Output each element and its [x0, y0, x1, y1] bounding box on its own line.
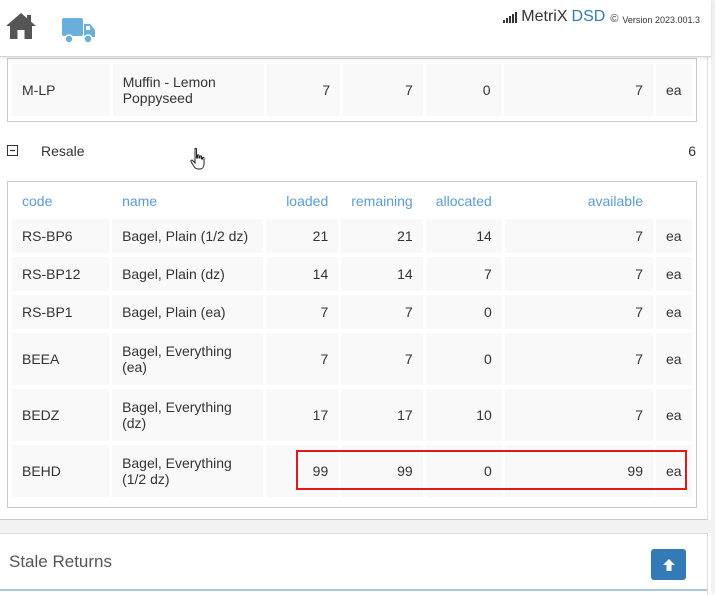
- allocated-cell: 0: [425, 445, 502, 497]
- unit-cell: ea: [655, 295, 692, 329]
- code-cell: RS-BP6: [12, 219, 110, 253]
- available-cell: 7: [504, 257, 653, 291]
- app-header: MetriX DSD © Version 2023.001.3: [0, 0, 711, 57]
- name-line-2: (1/2 dz): [122, 471, 170, 487]
- table-header-row: code name loaded remaining allocated ava…: [12, 187, 692, 215]
- code-cell: BEHD: [12, 445, 110, 497]
- main-content: M-LP Muffin - Lemon Poppyseed 7 7 0 7 ea: [0, 0, 715, 595]
- section-divider: [0, 589, 707, 591]
- scrollbar-track[interactable]: [711, 0, 715, 594]
- name-cell: Bagel, Plain (dz): [112, 257, 263, 291]
- remaining-cell: 7: [341, 295, 423, 329]
- group-title: Resale: [41, 143, 85, 159]
- remaining-cell: 14: [341, 257, 423, 291]
- code-cell: RS-BP12: [12, 257, 110, 291]
- remaining-cell: 7: [341, 333, 423, 385]
- table-row[interactable]: BEDZ Bagel, Everything (dz) 17 17 10 7 e…: [12, 389, 692, 441]
- resale-table: code name loaded remaining allocated ava…: [9, 183, 695, 501]
- table-row[interactable]: M-LP Muffin - Lemon Poppyseed 7 7 0 7 ea: [12, 64, 692, 116]
- name-line-2: (ea): [122, 359, 147, 375]
- code-cell: BEEA: [12, 333, 110, 385]
- name-line-1: Bagel, Everything: [122, 343, 232, 359]
- loaded-cell: 7: [265, 333, 339, 385]
- available-cell: 7: [503, 64, 653, 116]
- loaded-cell: 21: [265, 219, 339, 253]
- version-label: Version 2023.001.3: [622, 15, 700, 25]
- allocated-cell: 10: [425, 389, 502, 441]
- name-cell: Bagel, Everything (dz): [112, 389, 263, 441]
- table-row[interactable]: BEEA Bagel, Everything (ea) 7 7 0 7 ea: [12, 333, 692, 385]
- available-cell: 7: [504, 295, 653, 329]
- remaining-cell: 99: [341, 445, 423, 497]
- brand-name: MetriX: [521, 8, 568, 25]
- unit-cell: ea: [655, 333, 692, 385]
- brand: MetriX DSD © Version 2023.001.3: [503, 6, 700, 26]
- allocated-cell: 0: [425, 295, 502, 329]
- remaining-cell: 17: [341, 389, 423, 441]
- truck-icon[interactable]: [61, 14, 96, 46]
- section-title: Stale Returns: [9, 552, 112, 571]
- name-cell: Muffin - Lemon Poppyseed: [112, 64, 265, 116]
- top-table-box: M-LP Muffin - Lemon Poppyseed 7 7 0 7 ea: [7, 58, 697, 122]
- name-cell: Bagel, Everything (1/2 dz): [112, 445, 263, 497]
- name-cell: Bagel, Plain (1/2 dz): [112, 219, 263, 253]
- group-count: 6: [688, 143, 696, 159]
- name-line-1: Bagel, Everything: [122, 455, 232, 471]
- allocated-cell: 14: [425, 219, 502, 253]
- remaining-cell: 7: [343, 64, 423, 116]
- unit-cell: ea: [655, 219, 692, 253]
- available-cell: 99: [504, 445, 653, 497]
- arrow-up-icon: [662, 558, 675, 571]
- name-cell: Bagel, Plain (ea): [112, 295, 263, 329]
- name-line-2: (dz): [122, 415, 147, 431]
- col-header-name[interactable]: name: [112, 187, 263, 215]
- unit-cell: ea: [655, 389, 692, 441]
- scroll-up-button[interactable]: [651, 549, 686, 580]
- code-cell: BEDZ: [12, 389, 110, 441]
- loaded-cell: 7: [265, 295, 339, 329]
- col-header-remaining[interactable]: remaining: [341, 187, 423, 215]
- col-header-allocated[interactable]: allocated: [425, 187, 502, 215]
- brand-product: DSD: [571, 8, 606, 25]
- top-table: M-LP Muffin - Lemon Poppyseed 7 7 0 7 ea: [9, 60, 695, 120]
- unit-cell: ea: [655, 445, 692, 497]
- table-row[interactable]: RS-BP6 Bagel, Plain (1/2 dz) 21 21 14 7 …: [12, 219, 692, 253]
- available-cell: 7: [504, 333, 653, 385]
- resale-table-box: code name loaded remaining allocated ava…: [7, 181, 697, 508]
- col-header-code[interactable]: code: [12, 187, 110, 215]
- table-row[interactable]: RS-BP12 Bagel, Plain (dz) 14 14 7 7 ea: [12, 257, 692, 291]
- unit-cell: ea: [655, 64, 692, 116]
- name-line-1: Bagel, Everything: [122, 399, 232, 415]
- signal-icon: [503, 12, 518, 23]
- stale-returns-panel[interactable]: Stale Returns: [0, 533, 708, 595]
- remaining-cell: 21: [341, 219, 423, 253]
- loaded-items-panel: M-LP Muffin - Lemon Poppyseed 7 7 0 7 ea: [0, 0, 708, 520]
- col-header-available[interactable]: available: [504, 187, 653, 215]
- loaded-cell: 17: [265, 389, 339, 441]
- loaded-cell: 14: [265, 257, 339, 291]
- col-header-loaded[interactable]: loaded: [265, 187, 339, 215]
- unit-cell: ea: [655, 257, 692, 291]
- allocated-cell: 7: [425, 257, 502, 291]
- code-cell: RS-BP1: [12, 295, 110, 329]
- hand-pointer-icon: [190, 147, 205, 170]
- name-cell: Bagel, Everything (ea): [112, 333, 263, 385]
- section-separator: [0, 520, 711, 533]
- allocated-cell: 0: [425, 64, 501, 116]
- loaded-cell: 7: [267, 64, 341, 116]
- col-header-unit: [655, 187, 692, 215]
- table-row[interactable]: RS-BP1 Bagel, Plain (ea) 7 7 0 7 ea: [12, 295, 692, 329]
- minus-square-icon[interactable]: [7, 145, 18, 156]
- home-icon[interactable]: [5, 11, 37, 41]
- available-cell: 7: [504, 389, 653, 441]
- code-cell: M-LP: [12, 64, 110, 116]
- name-line-2: Poppyseed: [122, 90, 193, 106]
- name-line-1: Muffin - Lemon: [122, 74, 216, 90]
- loaded-cell: 99: [265, 445, 339, 497]
- allocated-cell: 0: [425, 333, 502, 385]
- table-row[interactable]: BEHD Bagel, Everything (1/2 dz) 99 99 0 …: [12, 445, 692, 497]
- group-header-resale[interactable]: Resale 6: [7, 140, 699, 164]
- available-cell: 7: [504, 219, 653, 253]
- copyright-symbol: ©: [610, 13, 619, 25]
